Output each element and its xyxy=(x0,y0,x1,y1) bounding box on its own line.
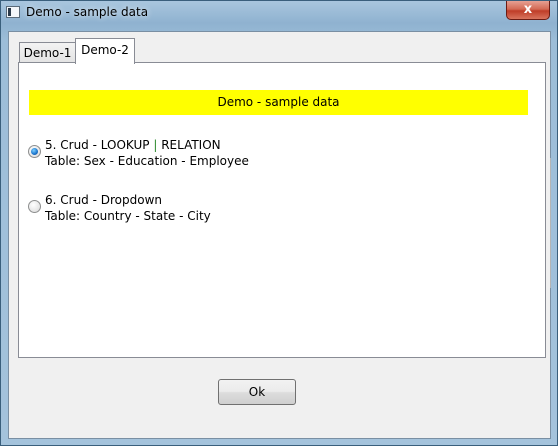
tab-demo-2[interactable]: Demo-2 xyxy=(75,38,135,64)
window-title: Demo - sample data xyxy=(26,5,149,19)
ok-button[interactable]: Ok xyxy=(218,379,296,405)
close-button[interactable]: x xyxy=(506,1,550,20)
radio-button-checked[interactable] xyxy=(28,145,41,158)
option-title: 6. Crud - Dropdown xyxy=(45,193,163,207)
option-title-suffix: RELATION xyxy=(161,138,221,152)
window-app-icon xyxy=(6,6,20,18)
dialog-client-area: Demo-1 Demo-2 Demo - sample data 5. Crud… xyxy=(8,31,551,439)
dialog-window: Demo - sample data x Demo-1 Demo-2 Demo … xyxy=(0,0,558,446)
banner-label: Demo - sample data xyxy=(29,90,528,115)
tab-panel-demo-2: Demo - sample data 5. Crud - LOOKUP | RE… xyxy=(18,62,551,358)
option-title-prefix: 5. Crud - LOOKUP xyxy=(45,138,150,152)
radio-button-unchecked[interactable] xyxy=(28,200,41,213)
panel-divider xyxy=(550,158,551,288)
tab-demo-1[interactable]: Demo-1 xyxy=(19,42,76,63)
option-subtitle: Table: Sex - Education - Employee xyxy=(45,154,249,168)
option-subtitle: Table: Country - State - City xyxy=(45,209,211,223)
option-title-separator: | xyxy=(153,138,158,152)
title-bar[interactable]: Demo - sample data x xyxy=(1,1,557,25)
option-title: 5. Crud - LOOKUP | RELATION xyxy=(45,138,221,152)
